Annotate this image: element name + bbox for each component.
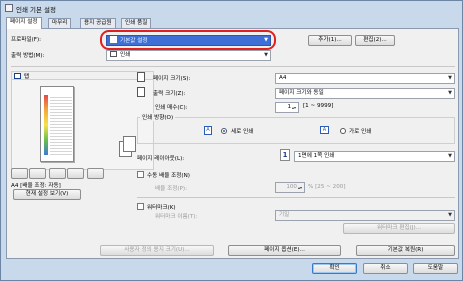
view-settings-button[interactable]: 현재 설정 보기(V) xyxy=(13,189,81,200)
chevron-down-icon: ▼ xyxy=(264,37,268,43)
help-button[interactable]: 도움말 xyxy=(413,263,458,274)
tab-paper-source[interactable]: 용지 공급원 xyxy=(80,18,116,28)
tab-finishing[interactable]: 마무리 xyxy=(48,18,72,28)
paper-text-lines xyxy=(50,95,72,155)
preview-view1-button[interactable] xyxy=(11,168,28,179)
tab-page-setup[interactable]: 페이지 설정 xyxy=(6,17,42,29)
landscape-label: 가로 인쇄 xyxy=(349,129,372,135)
cancel-button[interactable]: 취소 xyxy=(363,263,408,274)
page-setup-panel: 프로파일(F): 기본값 설정 ▼ 추가(1)... 편집(2)... 출력 방… xyxy=(6,28,459,259)
scale-label: 배율 조정(P): xyxy=(155,186,187,192)
output-size-value: 페이지 크기와 동일 xyxy=(279,90,324,96)
separator xyxy=(137,197,455,198)
portrait-radio[interactable] xyxy=(221,128,227,134)
chevron-down-icon: ▼ xyxy=(448,75,452,81)
print-preferences-dialog: 인쇄 기본 설정 페이지 설정 마무리 용지 공급원 인쇄 품질 프로파일(F)… xyxy=(0,0,463,281)
watermark-name-select[interactable]: 기밀 ▼ xyxy=(275,210,455,221)
scale-spinner[interactable]: 100 ▴▾ xyxy=(275,182,305,193)
profile-value: 기본값 설정 xyxy=(120,38,148,44)
manual-scale-checkbox[interactable] xyxy=(137,171,144,178)
chevron-down-icon: ▼ xyxy=(448,212,452,218)
copies-value: 1 xyxy=(287,104,291,110)
layout-select[interactable]: 1면에 1쪽 인쇄 ▼ xyxy=(294,151,455,162)
profile-icon xyxy=(110,36,117,43)
paper-color-strip xyxy=(44,95,48,155)
layout-value: 1면에 1쪽 인쇄 xyxy=(298,153,335,159)
output-label: 출력 방법(M): xyxy=(11,53,45,59)
output-value: 인쇄 xyxy=(120,52,131,58)
portrait-icon: A xyxy=(204,126,212,135)
output-size-icon xyxy=(137,87,145,97)
landscape-icon: A xyxy=(320,126,329,134)
tab-quality[interactable]: 인쇄 품질 xyxy=(121,18,152,28)
watermark-checkbox[interactable] xyxy=(137,203,144,210)
scale-value: 100 xyxy=(286,184,297,190)
preview-pane xyxy=(11,79,154,170)
profile-add-button[interactable]: 추가(1)... xyxy=(308,35,352,46)
watermark-label: 워터마크(K) xyxy=(147,205,176,211)
print-icon xyxy=(110,51,117,57)
page-size-icon xyxy=(137,72,145,82)
watermark-name-label: 워터마크 이름(T): xyxy=(155,214,198,220)
preview-view4-button[interactable] xyxy=(67,168,84,179)
custom-paper-size-button[interactable]: 사용자 정의 용지 크기(U)... xyxy=(100,245,214,256)
chevron-down-icon: ▼ xyxy=(264,52,268,58)
output-size-select[interactable]: 페이지 크기와 동일 ▼ xyxy=(275,88,455,99)
watermark-edit-button[interactable]: 워터마크 편집(J)... xyxy=(343,223,455,234)
profile-edit-button[interactable]: 편집(2)... xyxy=(355,35,395,46)
watermark-name-value: 기밀 xyxy=(279,212,290,218)
spinner-icon: ▴▾ xyxy=(291,105,296,110)
spinner-icon: ▴▾ xyxy=(297,185,302,190)
manual-scale-label: 수동 배율 조정(N) xyxy=(147,173,190,179)
paper-stack-icon xyxy=(119,136,139,158)
chevron-down-icon: ▼ xyxy=(448,90,452,96)
copies-spinner[interactable]: 1 ▴▾ xyxy=(275,102,299,113)
page-size-label: 페이지 크기(S): xyxy=(153,76,191,82)
profile-label: 프로파일(F): xyxy=(11,37,42,43)
orientation-group xyxy=(137,117,455,144)
chevron-down-icon: ▼ xyxy=(448,153,452,159)
copies-range: [1 ~ 9999] xyxy=(303,103,334,109)
layout-label: 페이지 레이아웃(L): xyxy=(137,156,185,162)
layout-icon: 1 xyxy=(280,149,290,161)
landscape-radio[interactable] xyxy=(340,128,346,134)
profile-select[interactable]: 기본값 설정 ▼ xyxy=(106,35,271,46)
paper-preview xyxy=(40,86,74,162)
window-title: 인쇄 기본 설정 xyxy=(16,6,57,14)
copies-label: 인쇄 매수(C): xyxy=(155,105,188,111)
page-size-select[interactable]: A4 ▼ xyxy=(275,73,455,84)
printer-icon xyxy=(5,4,13,12)
preview-caption: A4 [배율 조정: 자동] xyxy=(11,183,61,189)
portrait-label: 세로 인쇄 xyxy=(231,129,254,135)
scale-range: % [25 ~ 200] xyxy=(308,184,346,190)
preview-view2-button[interactable] xyxy=(29,168,46,179)
output-size-label: 출력 크기(Z): xyxy=(153,91,186,97)
preview-view3-button[interactable] xyxy=(49,168,66,179)
separator xyxy=(11,66,455,67)
orientation-label: 인쇄 방향(O) xyxy=(140,113,176,121)
preview-view5-button[interactable] xyxy=(87,168,104,179)
ok-button[interactable]: 확인 xyxy=(312,263,357,274)
output-select[interactable]: 인쇄 ▼ xyxy=(106,50,271,61)
title-bar: 인쇄 기본 설정 xyxy=(1,1,462,15)
restore-defaults-button[interactable]: 기본값 복원(R) xyxy=(356,245,455,256)
page-options-button[interactable]: 페이지 옵션(E)... xyxy=(228,245,341,256)
page-size-value: A4 xyxy=(279,75,287,81)
